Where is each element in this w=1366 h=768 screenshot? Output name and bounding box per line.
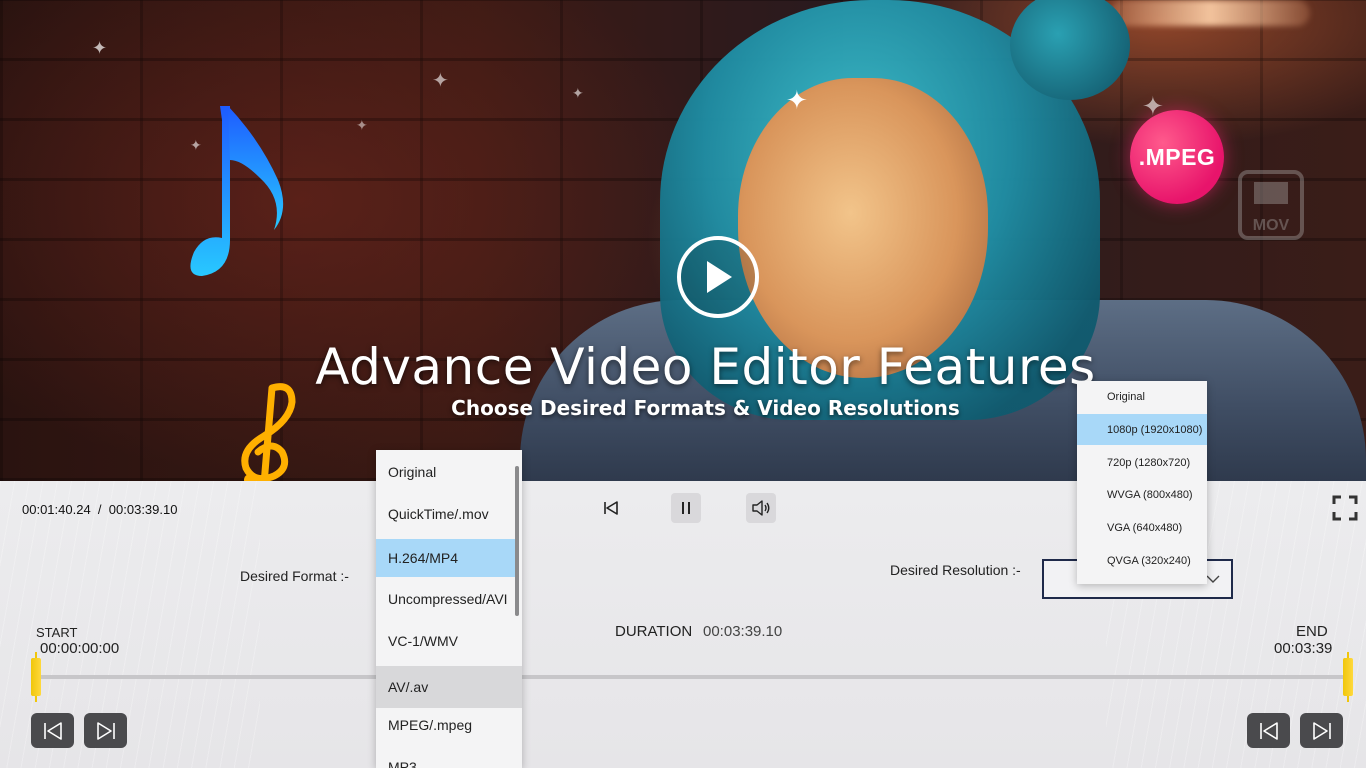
end-step-back-button[interactable] [1247, 713, 1290, 748]
start-step-forward-button[interactable] [84, 713, 127, 748]
desired-format-label: Desired Format :- [240, 568, 349, 584]
resolution-option[interactable]: QVGA (320x240) [1077, 545, 1207, 576]
format-dropdown-list[interactable]: Original QuickTime/.mov H.264/MP4 Uncomp… [376, 450, 522, 768]
sparkle-icon: ✦ [92, 38, 108, 59]
sparkle-icon: ✦ [572, 86, 584, 102]
resolution-option-selected[interactable]: 1080p (1920x1080) [1077, 414, 1207, 445]
trim-start-handle[interactable] [31, 652, 41, 702]
format-scrollbar[interactable] [515, 466, 519, 616]
sparkle-icon: ✦ [356, 118, 368, 134]
fullscreen-icon[interactable] [1332, 495, 1358, 521]
resolution-option[interactable]: VGA (640x480) [1077, 512, 1207, 543]
mpeg-badge: .MPEG [1130, 110, 1224, 204]
start-label: START [36, 625, 78, 640]
volume-button[interactable] [746, 493, 776, 523]
trim-end-handle[interactable] [1343, 652, 1353, 702]
current-time: 00:01:40.24 [22, 502, 91, 517]
step-back-icon [43, 721, 62, 740]
film-icon: MOV [1238, 170, 1304, 240]
sparkle-icon: ✦ [432, 68, 449, 92]
timeline-track[interactable] [38, 675, 1348, 679]
hero-person-face [738, 78, 988, 378]
resolution-option[interactable]: WVGA (800x480) [1077, 479, 1207, 510]
skip-previous-icon [604, 501, 618, 515]
step-back-icon [1259, 721, 1278, 740]
end-time: 00:03:39 [1274, 640, 1333, 657]
play-button[interactable] [677, 236, 759, 318]
format-option-selected[interactable]: H.264/MP4 [376, 539, 518, 577]
format-option[interactable]: Uncompressed/AVI [376, 580, 518, 618]
sparkle-icon: ✦ [190, 138, 202, 154]
play-icon [707, 261, 732, 293]
format-option[interactable]: MP3 [376, 748, 518, 768]
format-option-hover[interactable]: AV/.av [376, 666, 522, 708]
skip-previous-button[interactable] [596, 493, 626, 523]
resolution-dropdown-list[interactable]: Original 1080p (1920x1080) 720p (1280x72… [1077, 381, 1207, 584]
end-step-forward-button[interactable] [1300, 713, 1343, 748]
format-option[interactable]: Original [376, 453, 518, 491]
pause-button[interactable] [671, 493, 701, 523]
duration-value: 00:03:39.10 [703, 623, 783, 640]
music-note-icon [190, 106, 284, 276]
duration-label: DURATION [615, 623, 693, 640]
volume-icon [752, 500, 770, 516]
time-separator: / [97, 502, 102, 517]
mov-label: MOV [1253, 217, 1290, 234]
sparkle-icon: ✦ [1142, 92, 1164, 122]
resolution-option[interactable]: 720p (1280x720) [1077, 447, 1207, 478]
format-option[interactable]: QuickTime/.mov [376, 495, 518, 533]
start-time: 00:00:00:00 [40, 640, 120, 657]
end-label: END [1296, 623, 1328, 640]
chevron-down-icon [1206, 575, 1220, 583]
total-time: 00:03:39.10 [108, 502, 178, 517]
step-forward-icon [1312, 721, 1331, 740]
sparkle-icon: ✦ [786, 86, 808, 116]
start-step-back-button[interactable] [31, 713, 74, 748]
step-forward-icon [96, 721, 115, 740]
format-option[interactable]: VC-1/WMV [376, 622, 518, 660]
resolution-option[interactable]: Original [1077, 381, 1207, 412]
playback-time: 00:01:40.24 / 00:03:39.10 [22, 502, 177, 517]
neon-light [1110, 0, 1310, 26]
desired-resolution-label: Desired Resolution :- [890, 562, 1021, 578]
format-option[interactable]: MPEG/.mpeg [376, 706, 518, 744]
pause-icon [682, 502, 690, 514]
